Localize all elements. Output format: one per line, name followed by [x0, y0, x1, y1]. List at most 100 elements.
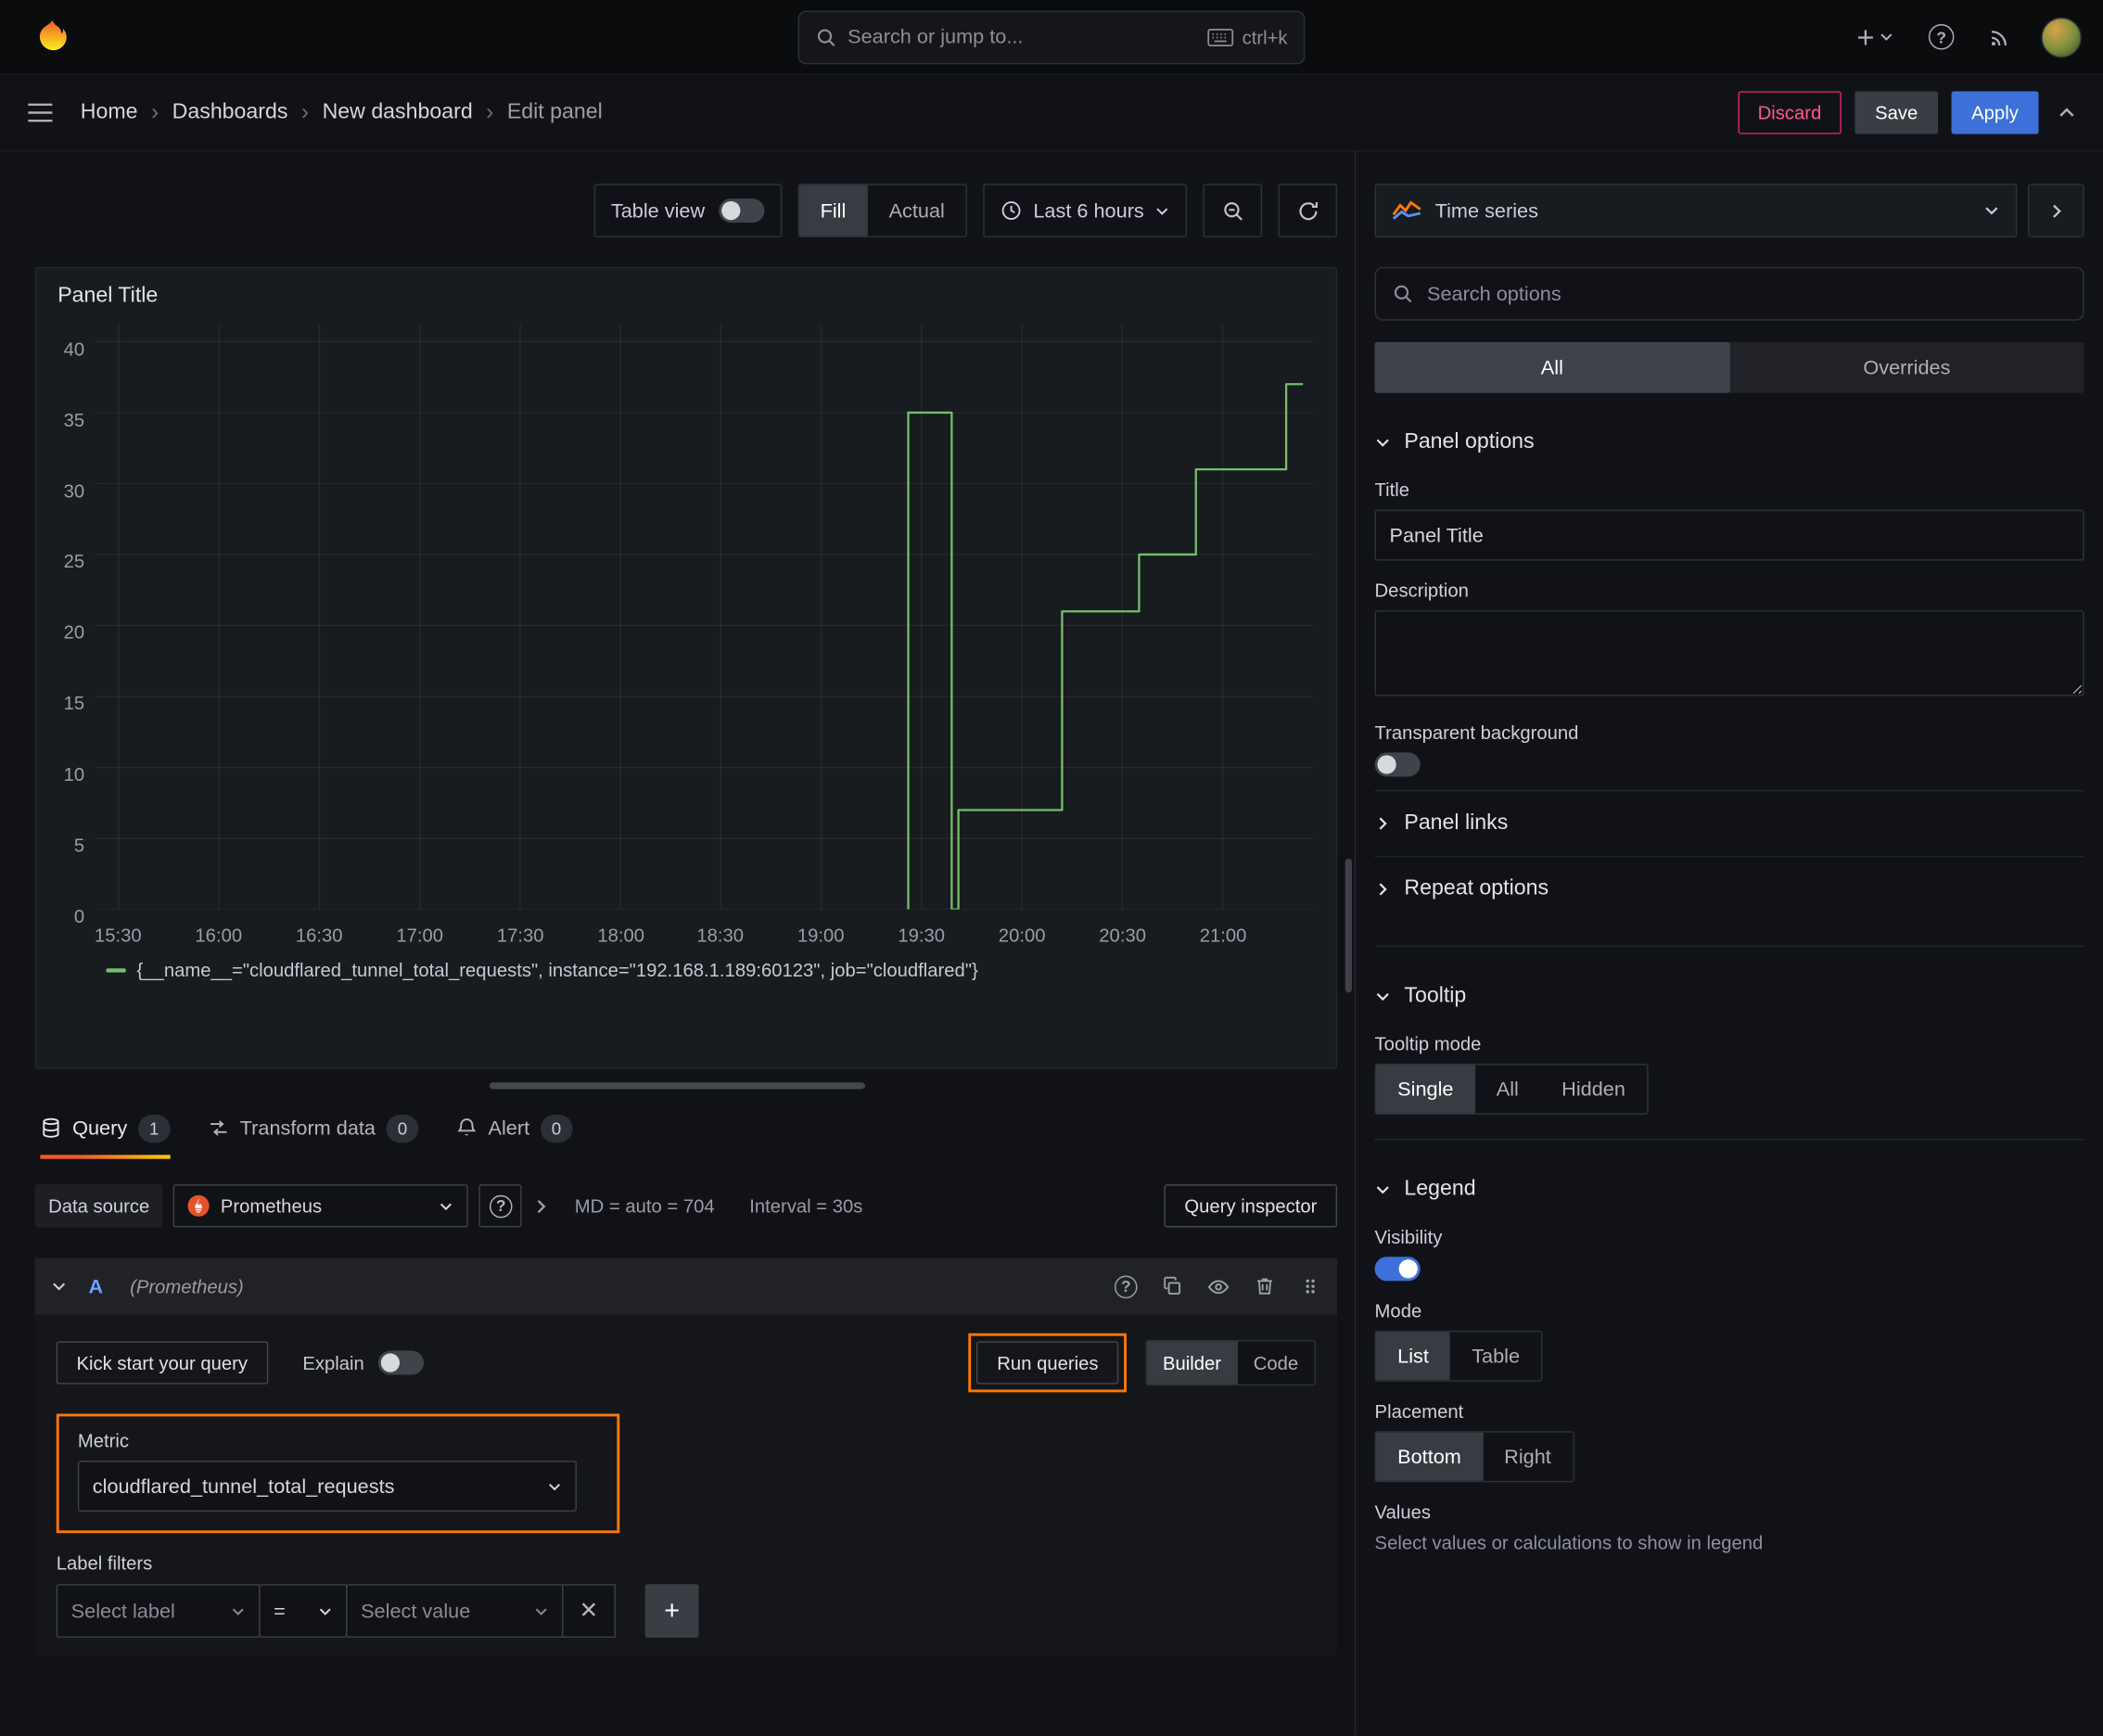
- run-queries-highlight: Run queries: [968, 1333, 1127, 1393]
- tab-transform-data[interactable]: Transform data 0: [208, 1097, 419, 1159]
- actual-option[interactable]: Actual: [867, 185, 966, 236]
- panel-title-input[interactable]: [1374, 509, 2084, 561]
- eye-icon[interactable]: [1207, 1275, 1230, 1298]
- discard-button[interactable]: Discard: [1737, 91, 1842, 134]
- builder-code-switch: Builder Code: [1145, 1339, 1316, 1386]
- breadcrumb-dashboards[interactable]: Dashboards: [172, 100, 288, 124]
- refresh-icon: [1298, 201, 1318, 220]
- close-icon: ✕: [579, 1597, 599, 1624]
- query-row-header[interactable]: A (Prometheus) ?: [34, 1257, 1338, 1315]
- chevron-down-icon: [1156, 207, 1168, 215]
- time-range-picker[interactable]: Last 6 hours: [983, 184, 1188, 238]
- drag-handle-icon[interactable]: [1300, 1276, 1321, 1297]
- chevron-right-icon[interactable]: [533, 1197, 551, 1215]
- tooltip-mode-switch: Single All Hidden: [1374, 1063, 1649, 1115]
- nav-actions: ?: [1850, 17, 2082, 57]
- legend-mode-table[interactable]: Table: [1450, 1332, 1541, 1380]
- query-inspector-button[interactable]: Query inspector: [1164, 1184, 1338, 1228]
- keyboard-icon: [1207, 28, 1234, 46]
- chevron-down-icon: [1376, 439, 1389, 447]
- grafana-logo[interactable]: [32, 17, 72, 57]
- chevron-down-icon: [53, 1283, 66, 1291]
- toggle-viz-pane-button[interactable]: [2027, 184, 2084, 238]
- placement-label: Placement: [1374, 1400, 1464, 1423]
- help-icon[interactable]: ?: [1114, 1274, 1138, 1298]
- legend-header[interactable]: Legend: [1375, 1151, 2084, 1207]
- tooltip-mode-hidden[interactable]: Hidden: [1540, 1065, 1647, 1113]
- save-button[interactable]: Save: [1854, 91, 1939, 134]
- plus-icon: +: [664, 1595, 681, 1626]
- editor-tabs: Query 1 Transform data 0 Alert 0: [0, 1097, 1355, 1159]
- metric-label: Metric: [77, 1429, 130, 1452]
- explain-toggle[interactable]: [377, 1350, 424, 1375]
- select-label-dropdown[interactable]: Select label: [56, 1584, 261, 1639]
- section-title: Tooltip: [1404, 984, 1467, 1008]
- copy-icon[interactable]: [1162, 1276, 1183, 1297]
- placement-bottom[interactable]: Bottom: [1376, 1432, 1484, 1481]
- collapse-header-button[interactable]: [2052, 98, 2082, 128]
- metric-select[interactable]: cloudflared_tunnel_total_requests: [77, 1461, 577, 1513]
- code-option[interactable]: Code: [1237, 1341, 1314, 1384]
- tab-query[interactable]: Query 1: [40, 1097, 171, 1159]
- tab-overrides[interactable]: Overrides: [1729, 342, 2084, 393]
- tooltip-section: Tooltip Tooltip mode Single All Hidden: [1374, 958, 2084, 1115]
- options-search-input[interactable]: [1426, 282, 2067, 306]
- trash-icon[interactable]: [1254, 1276, 1275, 1297]
- operator-value: =: [274, 1599, 286, 1623]
- breadcrumb-new-dashboard[interactable]: New dashboard: [323, 100, 473, 124]
- query-options-summary[interactable]: MD = auto = 704 Interval = 30s: [575, 1195, 863, 1217]
- breadcrumb-separator: ›: [486, 99, 494, 125]
- panel-resize-handle[interactable]: [489, 1082, 865, 1090]
- remove-filter-button[interactable]: ✕: [562, 1584, 616, 1639]
- add-filter-button[interactable]: +: [644, 1584, 699, 1639]
- options-search: [1374, 266, 2084, 321]
- user-avatar[interactable]: [2041, 17, 2082, 57]
- refresh-button[interactable]: [1278, 184, 1338, 238]
- tooltip-mode-single[interactable]: Single: [1376, 1065, 1475, 1114]
- chevron-right-icon: [1379, 817, 1387, 830]
- tab-alert[interactable]: Alert 0: [456, 1097, 573, 1159]
- panel-edit-area: Table view Fill Actual Last 6 hours Pane…: [0, 151, 1355, 1735]
- timeseries-chart[interactable]: [95, 325, 1314, 911]
- datasource-help-button[interactable]: ?: [479, 1184, 523, 1228]
- legend-label[interactable]: {__name__="cloudflared_tunnel_total_requ…: [137, 959, 978, 980]
- operator-dropdown[interactable]: =: [259, 1584, 348, 1639]
- datasource-picker[interactable]: Prometheus: [173, 1184, 469, 1228]
- menu-button[interactable]: [21, 96, 58, 129]
- builder-option[interactable]: Builder: [1146, 1341, 1238, 1385]
- legend-mode-list[interactable]: List: [1376, 1332, 1451, 1381]
- tooltip-mode-label: Tooltip mode: [1374, 1032, 1482, 1054]
- tooltip-mode-all[interactable]: All: [1475, 1065, 1540, 1113]
- run-queries-button[interactable]: Run queries: [976, 1341, 1119, 1385]
- select-value-dropdown[interactable]: Select value: [346, 1584, 564, 1639]
- repeat-options-section[interactable]: Repeat options: [1374, 855, 2084, 922]
- panel-view-toolbar: Table view Fill Actual Last 6 hours: [0, 184, 1338, 238]
- help-button[interactable]: ?: [1923, 19, 1959, 55]
- news-button[interactable]: [1983, 20, 2017, 54]
- search-input[interactable]: [848, 25, 1197, 49]
- tab-all[interactable]: All: [1374, 341, 1730, 393]
- table-view-toggle[interactable]: [718, 198, 764, 223]
- datasource-label: Data source: [34, 1184, 163, 1228]
- kick-start-button[interactable]: Kick start your query: [56, 1341, 268, 1385]
- transparent-background-toggle[interactable]: [1374, 752, 1421, 777]
- visibility-toggle[interactable]: [1374, 1257, 1421, 1282]
- description-textarea[interactable]: [1374, 610, 2084, 696]
- breadcrumb-home[interactable]: Home: [81, 100, 138, 124]
- fill-option[interactable]: Fill: [798, 185, 868, 236]
- apply-button[interactable]: Apply: [1951, 91, 2039, 134]
- scrollbar-thumb[interactable]: [1345, 858, 1352, 993]
- zoom-out-icon: [1223, 201, 1243, 221]
- panel-links-section[interactable]: Panel links: [1374, 789, 2084, 856]
- visualization-picker[interactable]: Time series: [1374, 184, 2018, 238]
- explain-label: Explain: [302, 1351, 364, 1374]
- placement-right[interactable]: Right: [1483, 1433, 1573, 1481]
- x-axis-labels: 15:30 16:00 16:30 17:00 17:30 18:00 18:30 19:00…: [94, 924, 1247, 946]
- panel-options-header[interactable]: Panel options: [1375, 403, 2084, 460]
- add-button[interactable]: [1850, 20, 1900, 53]
- header-actions: Discard Save Apply: [1737, 91, 2082, 134]
- help-icon: ?: [489, 1194, 513, 1218]
- breadcrumb-bar: Home › Dashboards › New dashboard › Edit…: [0, 75, 2103, 152]
- zoom-out-button[interactable]: [1203, 184, 1263, 238]
- tooltip-header[interactable]: Tooltip: [1375, 958, 2084, 1015]
